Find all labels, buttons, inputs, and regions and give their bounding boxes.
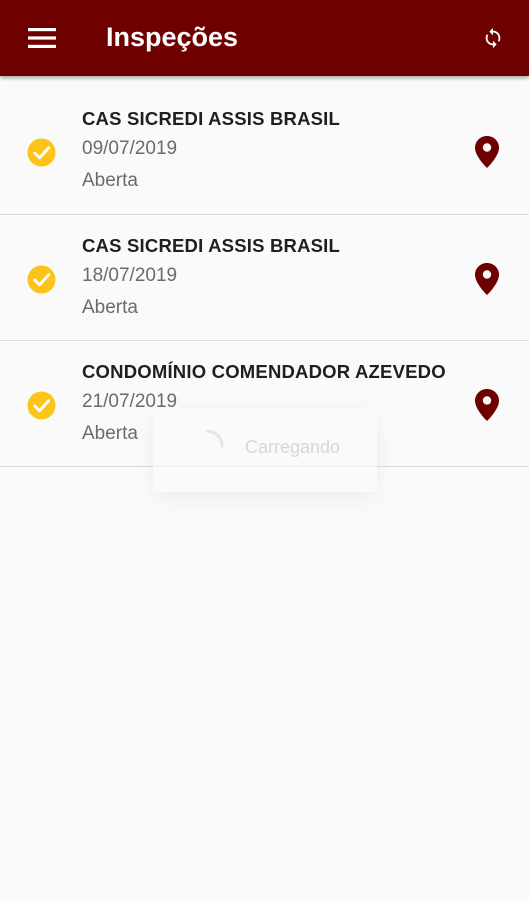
inspection-date: 09/07/2019	[82, 138, 178, 159]
list-item[interactable]: CAS SICREDI ASSIS BRASIL 18/07/2019 Aber…	[0, 215, 529, 341]
inspection-name: CAS SICREDI ASSIS BRASIL	[82, 235, 341, 256]
inspection-date: 18/07/2019	[82, 265, 178, 286]
loading-dialog: Carregando	[153, 408, 377, 492]
check-circle-icon	[27, 391, 56, 420]
inspection-name: CAS SICREDI ASSIS BRASIL	[82, 108, 341, 129]
map-pin-icon[interactable]	[475, 263, 499, 295]
map-pin-icon[interactable]	[475, 389, 499, 421]
menu-button[interactable]	[18, 18, 66, 58]
inspection-status: Aberta	[82, 423, 138, 444]
sync-icon	[485, 27, 501, 49]
spinner-icon	[205, 429, 224, 448]
loading-text: Carregando	[245, 437, 341, 457]
inspection-status: Aberta	[82, 170, 138, 191]
inspection-status: Aberta	[82, 297, 138, 318]
page-title: Inspeções	[106, 22, 239, 52]
menu-icon	[28, 28, 56, 48]
inspection-name: CONDOMÍNIO COMENDADOR AZEVEDO	[82, 361, 446, 382]
list-item[interactable]: CAS SICREDI ASSIS BRASIL 09/07/2019 Aber…	[0, 88, 529, 215]
sync-button[interactable]	[471, 16, 515, 60]
check-circle-icon	[27, 138, 56, 167]
map-pin-icon[interactable]	[475, 136, 499, 168]
check-circle-icon	[27, 265, 56, 294]
app-bar: Inspeções	[0, 0, 529, 76]
